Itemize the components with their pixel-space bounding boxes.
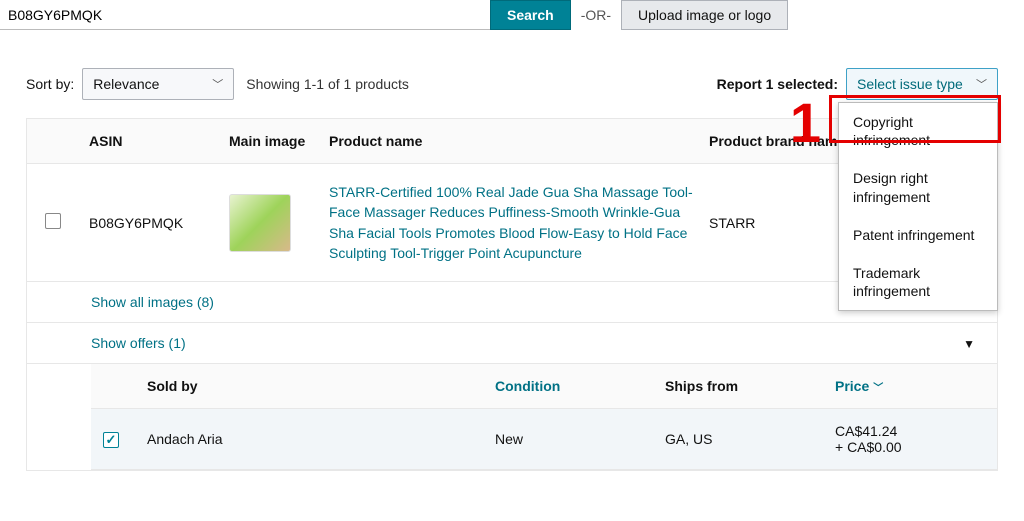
- col-ships-from: Ships from: [665, 378, 835, 394]
- offer-checkbox[interactable]: [103, 432, 119, 448]
- product-asin: B08GY6PMQK: [83, 215, 223, 231]
- offer-ships-from: GA, US: [665, 431, 835, 447]
- offer-row: Andach Aria New GA, US CA$41.24 + CA$0.0…: [91, 409, 997, 470]
- issue-type-dropdown: 1 Copyright infringement Design right in…: [838, 102, 998, 311]
- chevron-down-icon: ﹀: [873, 379, 883, 394]
- chevron-down-icon: ﹀: [976, 76, 987, 92]
- show-offers-label: Show offers (1): [91, 335, 186, 351]
- col-asin: ASIN: [83, 133, 223, 149]
- issue-option-design[interactable]: Design right infringement: [839, 159, 997, 215]
- issue-option-copyright[interactable]: Copyright infringement: [839, 103, 997, 159]
- report-selected-label: Report 1 selected:: [717, 76, 838, 92]
- col-product-name: Product name: [323, 133, 703, 149]
- upload-image-button[interactable]: Upload image or logo: [621, 0, 788, 30]
- issue-type-select[interactable]: Select issue type ﹀: [846, 68, 998, 100]
- product-name-link[interactable]: STARR-Certified 100% Real Jade Gua Sha M…: [323, 182, 703, 263]
- search-input[interactable]: [0, 0, 490, 30]
- col-price-label: Price: [835, 378, 869, 394]
- offer-price-main: CA$41.24: [835, 423, 985, 439]
- show-offers-toggle[interactable]: Show offers (1): [27, 323, 997, 364]
- issue-option-patent[interactable]: Patent infringement: [839, 216, 997, 254]
- col-main-image: Main image: [223, 133, 323, 149]
- triangle-down-icon: [963, 335, 975, 351]
- sort-select[interactable]: Relevance ﹀: [82, 68, 234, 100]
- search-button[interactable]: Search: [490, 0, 571, 30]
- issue-option-trademark[interactable]: Trademark infringement: [839, 254, 997, 310]
- col-price[interactable]: Price ﹀: [835, 378, 883, 394]
- offer-price-extra: + CA$0.00: [835, 439, 985, 455]
- sort-by-label: Sort by:: [26, 76, 74, 92]
- issue-type-placeholder: Select issue type: [857, 76, 963, 92]
- offer-condition: New: [495, 431, 665, 447]
- sort-select-value: Relevance: [93, 76, 159, 92]
- results-count-label: Showing 1-1 of 1 products: [246, 76, 409, 92]
- offers-table: Sold by Condition Ships from Price ﹀ And…: [91, 364, 997, 470]
- col-sold-by: Sold by: [147, 378, 495, 394]
- product-thumbnail[interactable]: [229, 194, 291, 252]
- col-condition[interactable]: Condition: [495, 378, 560, 394]
- chevron-down-icon: ﹀: [212, 76, 223, 92]
- offer-seller: Andach Aria: [147, 431, 495, 447]
- product-checkbox[interactable]: [45, 213, 61, 229]
- show-all-images-label: Show all images (8): [91, 294, 214, 310]
- or-divider: -OR-: [571, 7, 621, 23]
- offers-header-row: Sold by Condition Ships from Price ﹀: [91, 364, 997, 409]
- offer-price: CA$41.24 + CA$0.00: [835, 423, 985, 455]
